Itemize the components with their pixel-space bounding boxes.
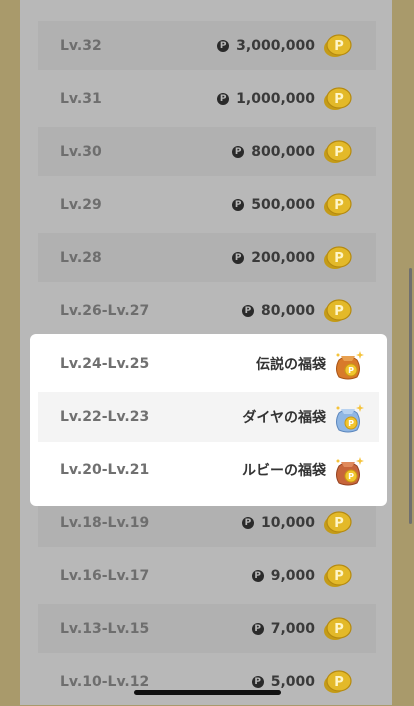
point-coin-icon: P xyxy=(324,245,352,269)
svg-text:P: P xyxy=(334,516,344,531)
table-row: Lv.10-Lv.12 P 5,000 P xyxy=(38,657,376,706)
point-badge-icon: P xyxy=(241,516,254,529)
point-coin-icon: P xyxy=(324,669,352,693)
svg-text:P: P xyxy=(348,472,354,481)
level-label: Lv.31 xyxy=(60,90,102,107)
svg-text:P: P xyxy=(334,198,344,213)
svg-text:P: P xyxy=(334,622,344,637)
point-coin-icon: P xyxy=(324,616,352,640)
svg-text:P: P xyxy=(334,304,344,319)
point-coin-icon: P xyxy=(324,298,352,322)
reward-amount: 9,000 xyxy=(270,567,315,584)
svg-text:P: P xyxy=(334,145,344,160)
point-badge-icon: P xyxy=(217,39,230,52)
point-coin-icon: P xyxy=(324,192,352,216)
table-row: Lv.24-Lv.25 伝説の福袋 P xyxy=(38,339,379,389)
point-badge-icon: P xyxy=(241,304,254,317)
svg-text:P: P xyxy=(348,419,354,428)
point-coin-icon: P xyxy=(324,510,352,534)
level-label: Lv.29 xyxy=(60,196,102,213)
table-row: Lv.32 P 3,000,000 P xyxy=(38,21,376,70)
reward-amount: 3,000,000 xyxy=(236,37,315,54)
level-label: Lv.22-Lv.23 xyxy=(60,409,150,425)
table-row: Lv.28 P 200,000 P xyxy=(38,233,376,282)
reward-amount: 80,000 xyxy=(260,302,315,319)
ruby-bag-icon: P xyxy=(336,457,364,486)
table-row: Lv.16-Lv.17 P 9,000 P xyxy=(38,551,376,600)
table-row: Lv.13-Lv.15 P 7,000 P xyxy=(38,604,376,653)
reward-amount: 1,000,000 xyxy=(236,90,315,107)
point-coin-icon: P xyxy=(324,563,352,587)
scrollbar-thumb[interactable] xyxy=(409,268,412,524)
svg-text:P: P xyxy=(334,92,344,107)
reward-name: ルビーの福袋 xyxy=(242,463,326,479)
point-badge-icon: P xyxy=(251,569,264,582)
point-coin-icon: P xyxy=(324,33,352,57)
legend-bag-icon: P xyxy=(336,351,364,380)
table-row: Lv.29 P 500,000 P xyxy=(38,180,376,229)
level-label: Lv.10-Lv.12 xyxy=(60,673,150,690)
level-label: Lv.30 xyxy=(60,143,102,160)
point-badge-icon: P xyxy=(251,622,264,635)
point-badge-icon: P xyxy=(232,251,245,264)
reward-amount: 800,000 xyxy=(251,143,315,160)
level-label: Lv.28 xyxy=(60,249,102,266)
point-badge-icon: P xyxy=(232,145,245,158)
level-label: Lv.20-Lv.21 xyxy=(60,462,150,478)
table-row: Lv.22-Lv.23 ダイヤの福袋 P xyxy=(38,392,379,442)
highlighted-rewards-card: Lv.24-Lv.25 伝説の福袋 P Lv.22-Lv.23 ダイヤの福袋 P xyxy=(30,334,387,506)
point-badge-icon: P xyxy=(232,198,245,211)
point-coin-icon: P xyxy=(324,86,352,110)
reward-amount: 5,000 xyxy=(270,673,315,690)
level-label: Lv.32 xyxy=(60,37,102,54)
table-row: Lv.30 P 800,000 P xyxy=(38,127,376,176)
home-indicator[interactable] xyxy=(134,690,281,695)
point-badge-icon: P xyxy=(217,92,230,105)
table-row-partial xyxy=(38,0,376,17)
reward-amount: 7,000 xyxy=(270,620,315,637)
level-label: Lv.16-Lv.17 xyxy=(60,567,150,584)
svg-text:P: P xyxy=(334,39,344,54)
point-badge-icon: P xyxy=(251,675,264,688)
level-label: Lv.26-Lv.27 xyxy=(60,302,150,319)
reward-amount: 200,000 xyxy=(251,249,315,266)
svg-text:P: P xyxy=(334,675,344,690)
reward-amount: 500,000 xyxy=(251,196,315,213)
table-row: Lv.20-Lv.21 ルビーの福袋 P xyxy=(38,445,379,495)
level-label: Lv.18-Lv.19 xyxy=(60,514,150,531)
reward-name: 伝説の福袋 xyxy=(256,357,326,373)
reward-amount: 10,000 xyxy=(260,514,315,531)
point-coin-icon: P xyxy=(324,139,352,163)
reward-name: ダイヤの福袋 xyxy=(242,410,326,426)
table-row: Lv.26-Lv.27 P 80,000 P xyxy=(38,286,376,335)
level-label: Lv.13-Lv.15 xyxy=(60,620,150,637)
svg-text:P: P xyxy=(334,251,344,266)
diamond-bag-icon: P xyxy=(336,404,364,433)
table-row: Lv.31 P 1,000,000 P xyxy=(38,74,376,123)
level-label: Lv.24-Lv.25 xyxy=(60,356,150,372)
svg-text:P: P xyxy=(334,569,344,584)
svg-text:P: P xyxy=(348,366,354,375)
